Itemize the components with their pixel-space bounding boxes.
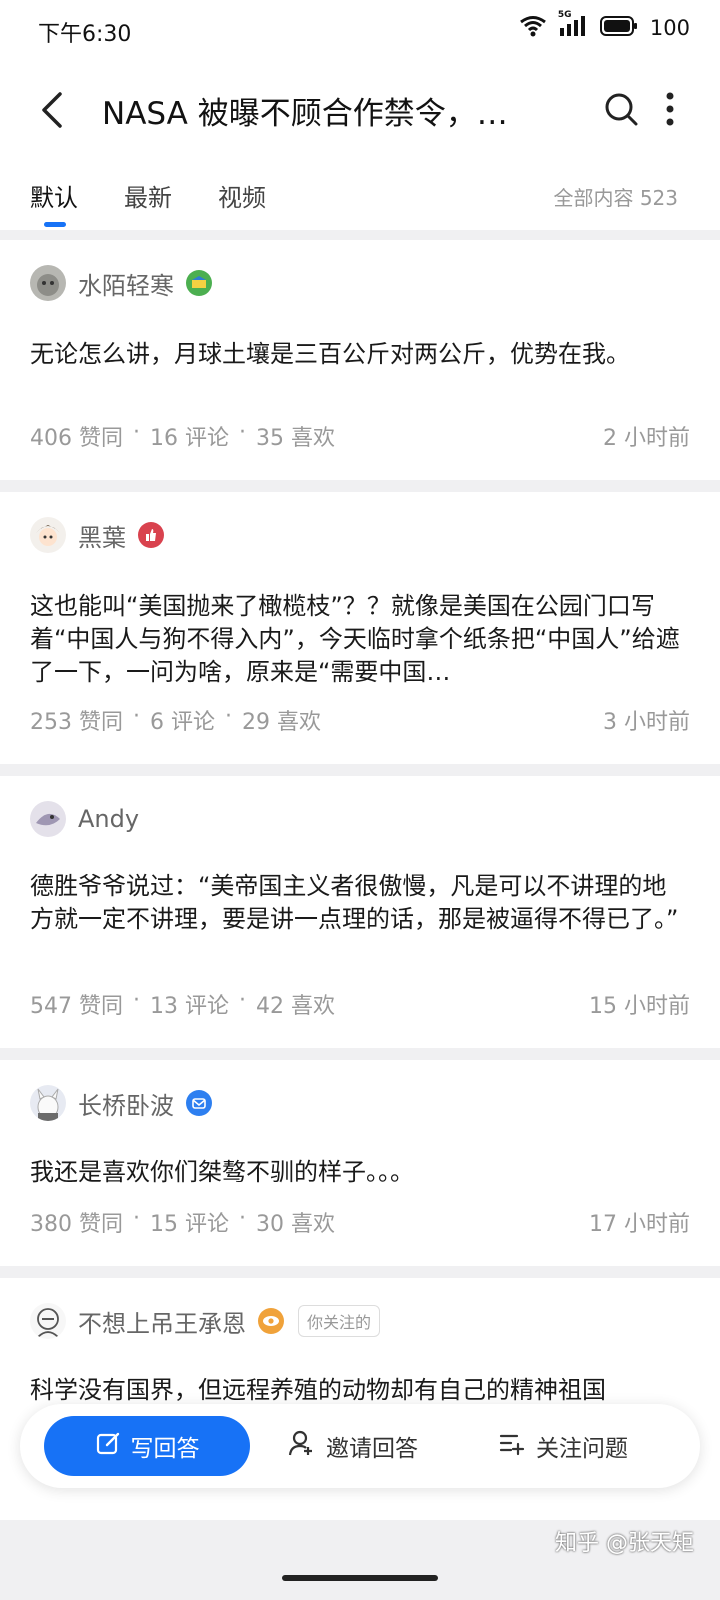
search-icon[interactable] [602, 90, 642, 130]
author-row: 长桥卧波 [30, 1084, 212, 1122]
favorite-count: 42 喜欢 [256, 994, 335, 1019]
eye-badge-icon [258, 1308, 284, 1334]
author-row: 黑葉 [30, 516, 164, 554]
follow-question-button[interactable]: 关注问题 [498, 1416, 628, 1476]
answer-meta: 380 赞同 · 15 评论 · 30 喜欢 17 小时前 [30, 1206, 690, 1238]
tab-latest[interactable]: 最新 [124, 178, 172, 213]
write-answer-button[interactable]: 写回答 [44, 1416, 250, 1476]
message-badge-icon [186, 1090, 212, 1116]
member-badge-icon [186, 270, 212, 296]
following-tag: 你关注的 [298, 1305, 381, 1337]
meta-separator: · [133, 420, 140, 445]
answer-card[interactable]: 长桥卧波 我还是喜欢你们桀骜不驯的样子。。。 380 赞同 · 15 评论 · … [0, 1060, 720, 1266]
status-icons: 5G 100 [520, 10, 690, 42]
meta-separator: · [133, 1206, 140, 1231]
answer-card[interactable]: 黑葉 这也能叫“美国抛来了橄榄枝”？？就像是美国在公园门口写着“中国人与狗不得入… [0, 492, 720, 764]
post-time: 15 小时前 [589, 994, 690, 1019]
back-arrow-icon[interactable] [34, 88, 74, 132]
answer-excerpt[interactable]: 我还是喜欢你们桀骜不驯的样子。。。 [30, 1156, 690, 1189]
upvote-count: 547 赞同 [30, 994, 123, 1019]
meta-separator: · [239, 988, 246, 1013]
author-name[interactable]: Andy [78, 805, 139, 833]
tab-default[interactable]: 默认 [30, 178, 78, 213]
total-count: 全部内容 523 [553, 186, 678, 210]
person-add-icon [288, 1429, 316, 1463]
more-options-icon[interactable] [660, 90, 680, 130]
answer-meta: 406 赞同 · 16 评论 · 35 喜欢 2 小时前 [30, 420, 690, 452]
question-title[interactable]: NASA 被曝不顾合作禁令，… [102, 88, 562, 133]
comment-count: 13 评论 [150, 994, 229, 1019]
wifi-icon [520, 15, 546, 41]
author-row: 不想上吊王承恩 你关注的 [30, 1302, 381, 1340]
avatar[interactable] [30, 1085, 66, 1121]
avatar[interactable] [30, 517, 66, 553]
write-answer-label: 写回答 [130, 1436, 200, 1462]
author-name[interactable]: 水陌轻寒 [78, 266, 174, 301]
upvote-count: 406 赞同 [30, 426, 123, 451]
author-row: 水陌轻寒 [30, 264, 212, 302]
upvote-count: 380 赞同 [30, 1212, 123, 1237]
answer-card[interactable]: 水陌轻寒 无论怎么讲，月球土壤是三百公斤对两公斤，优势在我。 406 赞同 · … [0, 240, 720, 480]
bottom-action-bar: 写回答 邀请回答 关注问题 [20, 1404, 700, 1488]
comment-count: 15 评论 [150, 1212, 229, 1237]
meta-separator: · [239, 420, 246, 445]
answer-excerpt[interactable]: 德胜爷爷说过：“美帝国主义者很傲慢，凡是可以不讲理的地方就一定不讲理，要是讲一点… [30, 870, 690, 936]
home-indicator[interactable] [282, 1575, 438, 1581]
answer-excerpt[interactable]: 无论怎么讲，月球土壤是三百公斤对两公斤，优势在我。 [30, 338, 690, 371]
meta-separator: · [133, 988, 140, 1013]
comment-count: 6 评论 [150, 710, 215, 735]
answer-card[interactable]: Andy 德胜爷爷说过：“美帝国主义者很傲慢，凡是可以不讲理的地方就一定不讲理，… [0, 776, 720, 1048]
follow-question-label: 关注问题 [536, 1436, 628, 1462]
meta-separator: · [133, 704, 140, 729]
battery-icon [599, 15, 638, 41]
sort-tabs: 默认 最新 视频 全部内容 523 [0, 158, 720, 230]
favorite-count: 30 喜欢 [256, 1212, 335, 1237]
answer-meta: 547 赞同 · 13 评论 · 42 喜欢 15 小时前 [30, 988, 690, 1020]
post-time: 17 小时前 [589, 1212, 690, 1237]
list-add-icon [498, 1429, 526, 1463]
avatar[interactable] [30, 801, 66, 837]
avatar[interactable] [30, 1303, 66, 1339]
edit-icon [95, 1430, 121, 1462]
meta-separator: · [239, 1206, 246, 1231]
author-name[interactable]: 黑葉 [78, 518, 126, 553]
favorite-count: 29 喜欢 [242, 710, 321, 735]
author-name[interactable]: 不想上吊王承恩 [78, 1304, 246, 1339]
author-row: Andy [30, 800, 139, 838]
status-time: 下午6:30 [38, 22, 132, 47]
watermark: 知乎 @张天矩 [555, 1531, 694, 1556]
upvote-count: 253 赞同 [30, 710, 123, 735]
post-time: 3 小时前 [603, 710, 690, 735]
status-bar: 下午6:30 5G 100 [0, 0, 720, 62]
battery-level: 100 [649, 16, 690, 40]
avatar[interactable] [30, 265, 66, 301]
network-type: 5G [557, 10, 572, 20]
meta-separator: · [225, 704, 232, 729]
tab-video[interactable]: 视频 [218, 178, 266, 213]
thumbs-up-badge-icon [138, 522, 164, 548]
top-bar: NASA 被曝不顾合作禁令，… [0, 62, 720, 159]
comment-count: 16 评论 [150, 426, 229, 451]
post-time: 2 小时前 [603, 426, 690, 451]
invite-answer-label: 邀请回答 [326, 1436, 418, 1462]
answer-excerpt[interactable]: 这也能叫“美国抛来了橄榄枝”？？就像是美国在公园门口写着“中国人与狗不得入内”，… [30, 590, 690, 689]
invite-answer-button[interactable]: 邀请回答 [288, 1416, 418, 1476]
favorite-count: 35 喜欢 [256, 426, 335, 451]
active-tab-indicator [44, 222, 66, 227]
answer-excerpt[interactable]: 科学没有国界，但远程养殖的动物却有自己的精神祖国 [30, 1374, 690, 1407]
cellular-signal-icon: 5G [558, 10, 588, 42]
answer-meta: 253 赞同 · 6 评论 · 29 喜欢 3 小时前 [30, 704, 690, 736]
author-name[interactable]: 长桥卧波 [78, 1086, 174, 1121]
